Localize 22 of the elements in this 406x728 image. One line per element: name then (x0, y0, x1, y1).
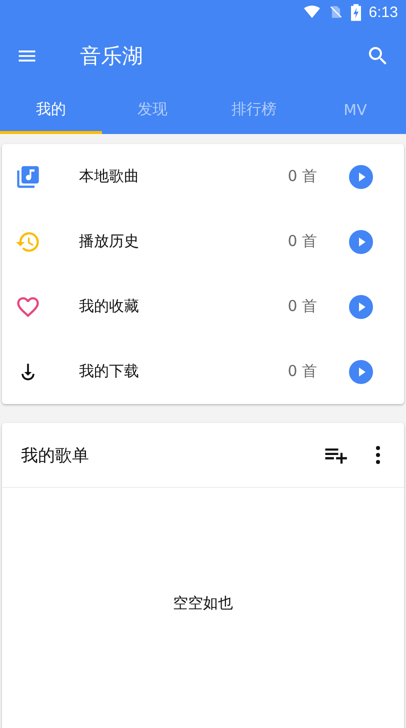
play-button[interactable] (349, 164, 373, 188)
song-count: 0 首 (288, 297, 317, 316)
playlist-title: 我的歌单 (21, 444, 90, 466)
song-count: 0 首 (288, 167, 317, 186)
play-button[interactable] (349, 230, 373, 254)
empty-message: 空空如也 (173, 594, 233, 613)
library-item[interactable]: 播放历史 (79, 232, 288, 251)
library-item[interactable]: 我的下载 (79, 362, 288, 381)
music-library-icon (15, 164, 41, 190)
no-sim-icon (328, 4, 343, 20)
more-icon (376, 446, 380, 464)
tab[interactable]: 我的 (0, 88, 102, 134)
library-item[interactable]: 我的收藏 (79, 297, 288, 316)
wifi-icon (302, 4, 321, 20)
play-button[interactable] (349, 360, 373, 384)
song-count: 0 首 (288, 362, 317, 381)
song-count: 0 首 (288, 232, 317, 251)
battery-charging-icon (350, 4, 361, 20)
library-item[interactable]: 本地歌曲 (79, 167, 288, 186)
app-title: 音乐湖 (80, 43, 144, 70)
status-time: 6:13 (368, 4, 398, 20)
play-button[interactable] (349, 294, 373, 318)
